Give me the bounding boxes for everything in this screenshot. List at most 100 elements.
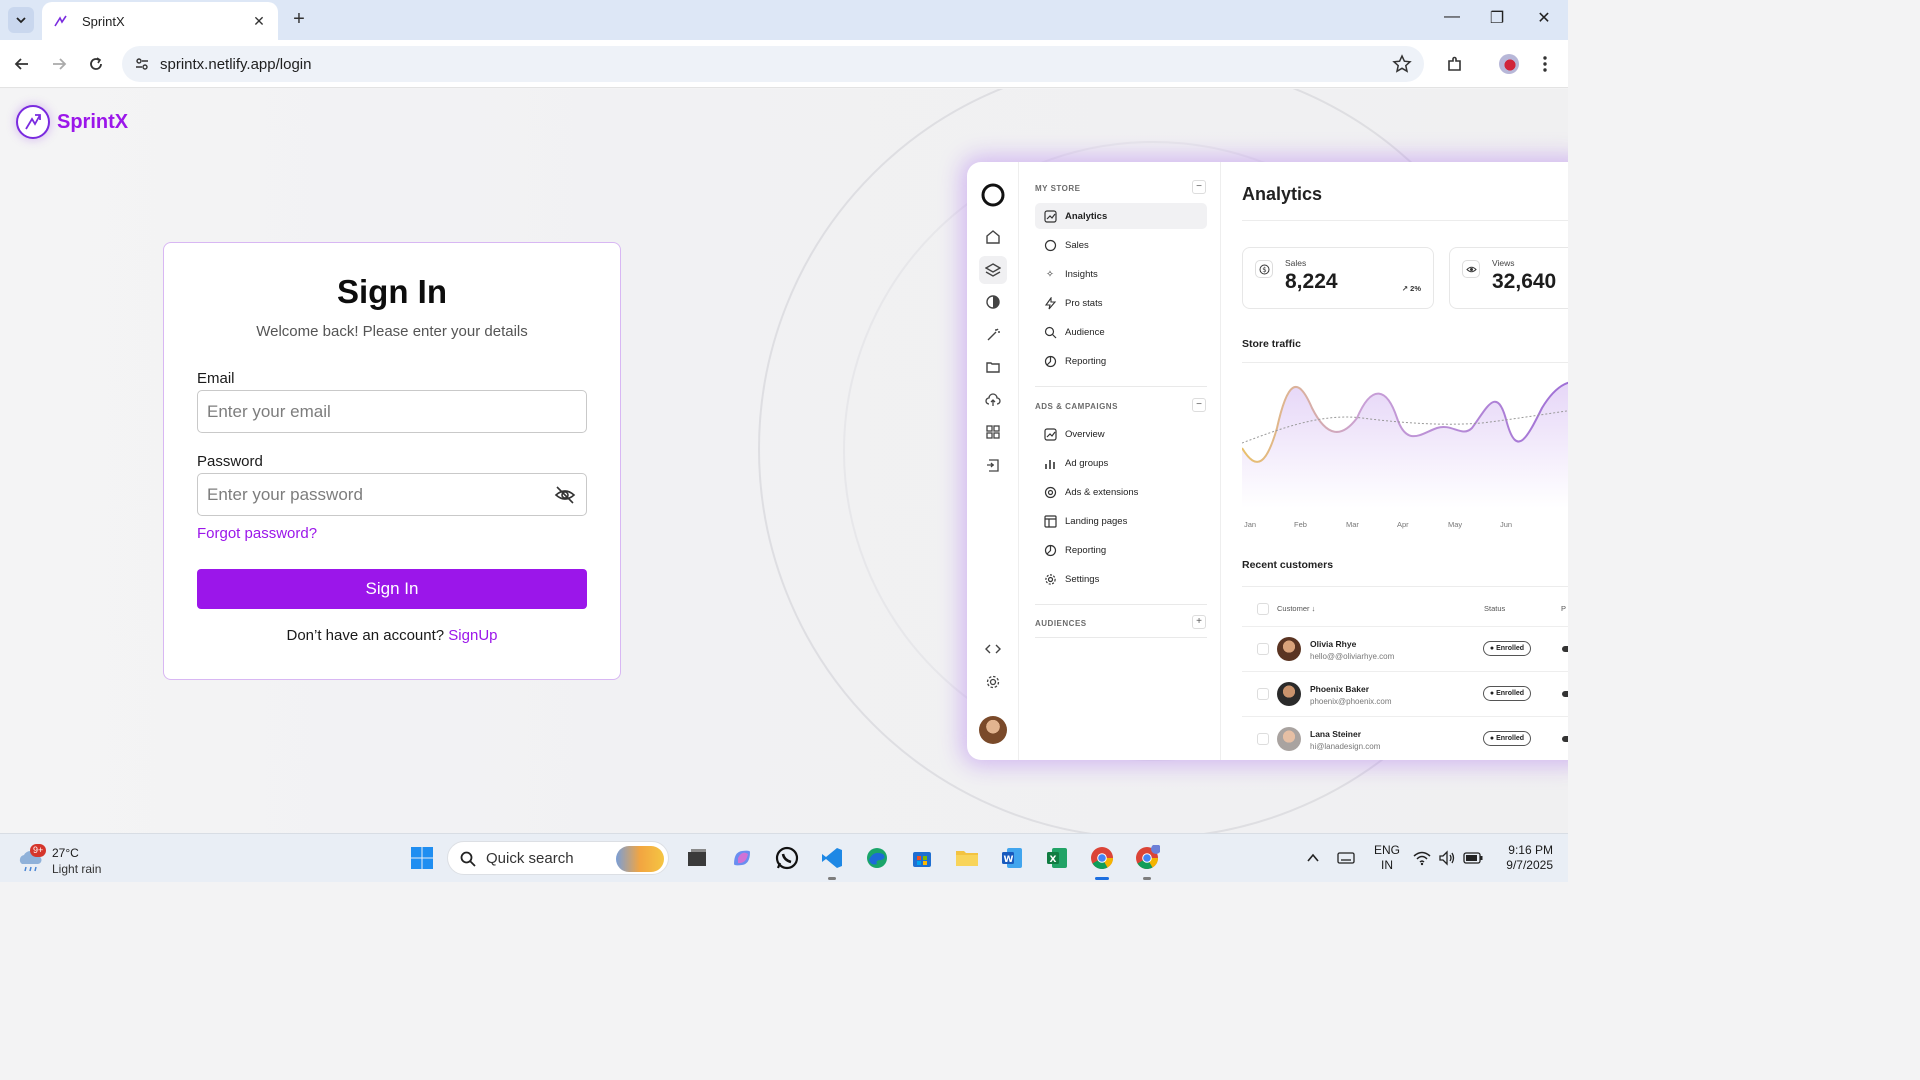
bar-chart-icon (1043, 456, 1057, 470)
search-icon (460, 851, 476, 867)
select-all-checkbox (1257, 603, 1269, 615)
restore-button[interactable]: ❐ (1482, 8, 1512, 28)
close-window-button[interactable]: ✕ (1529, 8, 1559, 28)
email-label: Email (197, 370, 235, 387)
signup-link[interactable]: SignUp (448, 627, 497, 644)
search-icon (1043, 325, 1057, 339)
taskbar-copilot[interactable] (727, 843, 757, 873)
taskbar-excel[interactable]: X (1042, 843, 1072, 873)
chart-x-axis: Jan Feb Mar Apr May Jun (1242, 520, 1568, 532)
sprintx-favicon-icon (54, 15, 67, 27)
brand-logo[interactable]: SprintX (16, 105, 128, 139)
store-icon (913, 852, 931, 867)
email-field[interactable] (197, 390, 587, 433)
tag-icon (1043, 238, 1057, 252)
taskbar-task-view[interactable] (682, 843, 712, 873)
tab-search-button[interactable] (8, 7, 34, 33)
keyboard-button[interactable] (1333, 843, 1359, 873)
site-settings-icon[interactable] (134, 56, 150, 72)
gear-icon (982, 671, 1004, 693)
url-text[interactable]: sprintx.netlify.app/login (160, 56, 1392, 73)
taskbar-store[interactable] (907, 843, 937, 873)
edge-icon (867, 848, 887, 868)
taskbar-whatsapp[interactable] (772, 843, 802, 873)
nav-label: Insights (1065, 268, 1098, 280)
stat-value: 32,640 (1492, 270, 1557, 293)
new-tab-button[interactable]: + (288, 8, 310, 30)
profile-avatar-button[interactable] (1497, 52, 1521, 76)
home-icon (982, 226, 1004, 248)
bookmark-star-icon[interactable] (1392, 54, 1412, 74)
stat-label: Views (1492, 258, 1515, 268)
clock-date: 9/7/2025 (1506, 858, 1553, 872)
volume-button[interactable] (1435, 843, 1459, 873)
active-indicator (1095, 877, 1109, 880)
browser-tab-bar: SprintX ✕ + — ❐ ✕ (0, 0, 1568, 40)
password-input[interactable] (207, 484, 554, 505)
signin-button[interactable]: Sign In (197, 569, 587, 609)
search-placeholder: Quick search (486, 849, 574, 867)
taskbar-chrome-profile[interactable] (1132, 843, 1162, 880)
weather-temp: 27°C (52, 846, 79, 860)
start-button[interactable] (407, 843, 437, 873)
chrome-icon (1136, 845, 1160, 869)
customer-avatar (1277, 727, 1301, 751)
running-indicator (1143, 877, 1151, 880)
email-input[interactable] (207, 401, 586, 422)
address-bar[interactable]: sprintx.netlify.app/login (122, 46, 1424, 82)
word-icon: W (1002, 848, 1022, 868)
taskbar-vscode[interactable] (817, 843, 847, 880)
recent-customers-title: Recent customers (1242, 559, 1334, 571)
store-traffic-title: Store traffic (1242, 338, 1301, 350)
taskbar-chrome[interactable] (1087, 843, 1117, 880)
grid-icon (982, 421, 1004, 443)
reload-button[interactable] (84, 52, 108, 76)
col-customer: Customer ↓ (1277, 604, 1316, 613)
customer-name: Lana Steiner (1310, 729, 1362, 739)
browser-menu-button[interactable] (1533, 52, 1557, 76)
table-header: Customer ↓ Status P (1242, 602, 1568, 616)
taskbar-file-explorer[interactable] (952, 843, 982, 873)
row-extra (1562, 736, 1568, 742)
password-field[interactable] (197, 473, 587, 516)
taskbar-word[interactable]: W (997, 843, 1027, 873)
no-account-text: Don’t have an account? (286, 627, 445, 644)
customer-email: hello@@oliviarhye.com (1310, 652, 1395, 661)
folder-icon (956, 851, 978, 866)
nav-reporting-ads: Reporting (1035, 537, 1207, 563)
nav-label: Landing pages (1065, 515, 1128, 527)
nav-label: Pro stats (1065, 297, 1103, 309)
wifi-button[interactable] (1410, 843, 1434, 873)
clock[interactable]: 9:16 PM 9/7/2025 (1497, 843, 1553, 873)
back-button[interactable] (10, 52, 34, 76)
divider (1242, 220, 1568, 221)
password-label: Password (197, 453, 263, 470)
customer-email: hi@lanadesign.com (1310, 742, 1381, 751)
taskbar-search[interactable]: Quick search (447, 841, 669, 875)
col-status: Status (1484, 604, 1506, 613)
minimize-button[interactable]: — (1437, 8, 1467, 26)
tray-overflow-button[interactable] (1300, 843, 1326, 873)
section-my-store: MY STORE (1035, 184, 1081, 193)
hide-password-icon[interactable] (554, 484, 576, 506)
language-indicator[interactable]: ENG IN (1374, 843, 1400, 873)
copilot-icon (734, 850, 750, 866)
forward-button[interactable] (47, 52, 71, 76)
section-ads: ADS & CAMPAIGNS (1035, 402, 1118, 411)
browser-tab-active[interactable]: SprintX ✕ (42, 2, 278, 40)
stat-card-sales: $ Sales 8,224 ↗ 2% (1242, 247, 1434, 309)
forgot-password-link[interactable]: Forgot password? (197, 525, 317, 542)
nav-reporting: Reporting (1035, 348, 1207, 374)
windows-taskbar: 9+ 27°C Light rain Quick search W X ENG … (0, 833, 1568, 882)
customer-name: Olivia Rhye (1310, 639, 1357, 649)
stat-value: 8,224 (1285, 270, 1338, 293)
sparkle-icon: ✧ (1046, 268, 1054, 280)
excel-icon: X (1047, 848, 1067, 868)
row-checkbox (1257, 643, 1269, 655)
taskbar-edge[interactable] (862, 843, 892, 873)
keyboard-icon (1337, 852, 1355, 864)
battery-button[interactable] (1460, 843, 1486, 873)
extensions-button[interactable] (1443, 52, 1467, 76)
weather-widget[interactable]: 9+ 27°C Light rain (16, 840, 126, 878)
tab-close-icon[interactable]: ✕ (250, 13, 268, 30)
